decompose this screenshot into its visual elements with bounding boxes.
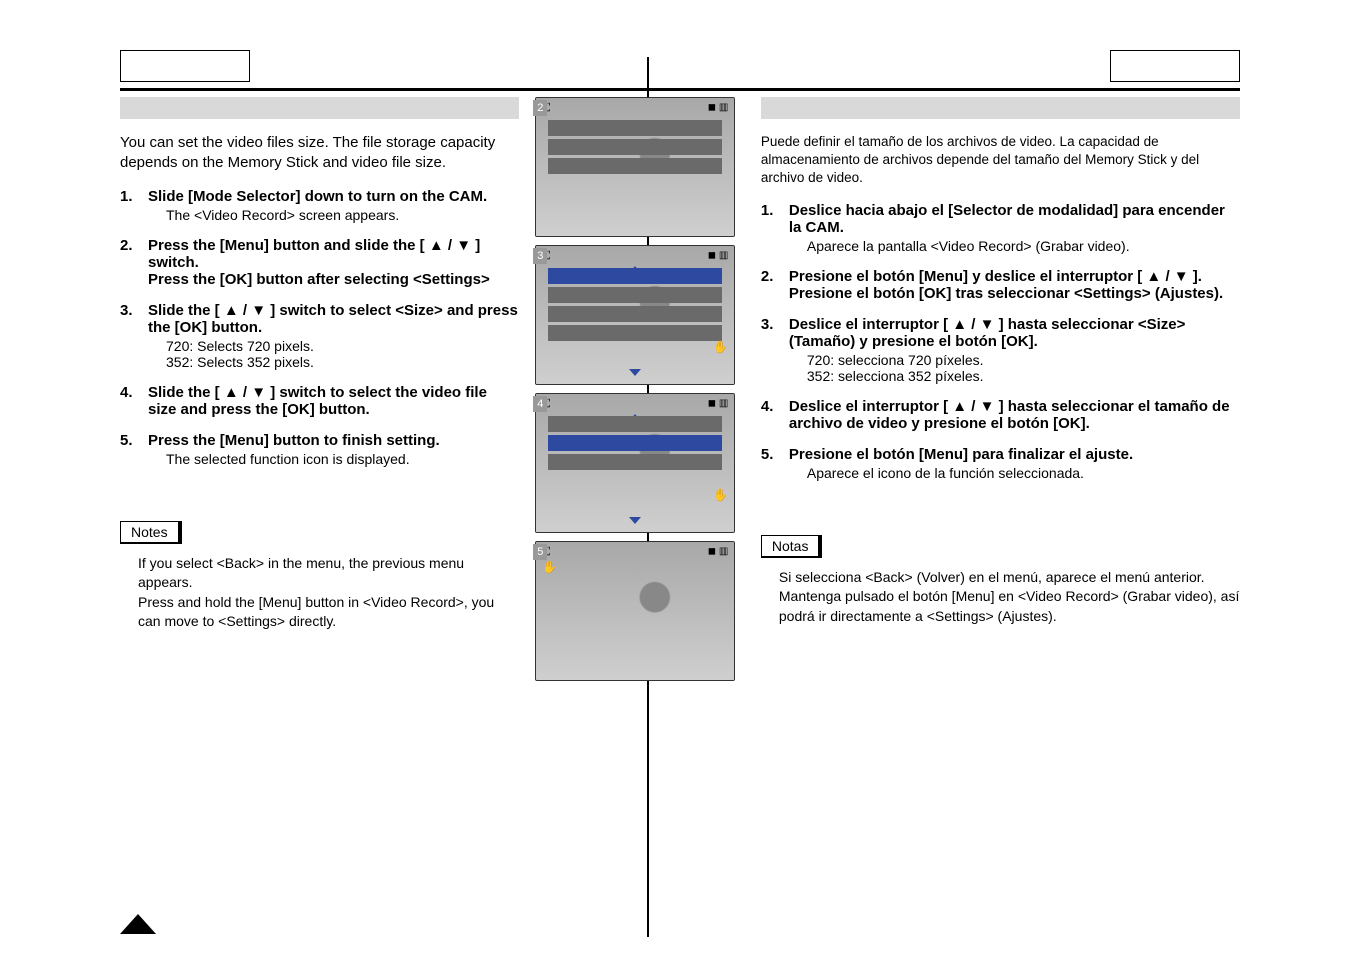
list-item: 3. Slide the [ ▲ / ▼ ] switch to select … bbox=[120, 302, 519, 370]
thumb-3: 3 ⛶ ◼ ▥ ✋ bbox=[535, 245, 735, 385]
notes-label-es: Notas bbox=[761, 535, 823, 558]
intro-es: Puede definir el tamaño de los archivos … bbox=[761, 133, 1240, 188]
header-box-left bbox=[120, 50, 250, 82]
list-item: 4. Slide the [ ▲ / ▼ ] switch to select … bbox=[120, 384, 519, 418]
steps-en: 1. Slide [Mode Selector] down to turn on… bbox=[120, 188, 519, 467]
battery-icon: ◼ ▥ bbox=[708, 546, 729, 557]
list-item: 1. Slide [Mode Selector] down to turn on… bbox=[120, 188, 519, 223]
battery-icon: ◼ ▥ bbox=[708, 398, 729, 409]
hand-icon: ✋ bbox=[713, 488, 728, 502]
list-item: 5. Press the [Menu] button to finish set… bbox=[120, 432, 519, 467]
notes-body-en: If you select <Back> in the menu, the pr… bbox=[138, 554, 519, 632]
thumb-5: 5 ⛶ ◼ ▥ ✋ bbox=[535, 541, 735, 681]
hand-icon: ✋ bbox=[542, 560, 557, 574]
notes-label-en: Notes bbox=[120, 521, 182, 544]
header-box-right bbox=[1110, 50, 1240, 82]
steps-es: 1. Deslice hacia abajo el [Selector de m… bbox=[761, 202, 1240, 481]
thumb-2: 2 ⛶ ◼ ▥ bbox=[535, 97, 735, 237]
english-column: You can set the video files size. The fi… bbox=[120, 97, 519, 681]
battery-icon: ◼ ▥ bbox=[708, 102, 729, 113]
thumb-4: 4 ⛶ ◼ ▥ ✋ bbox=[535, 393, 735, 533]
section-bar-es bbox=[761, 97, 1240, 119]
thumbnail-column: 2 ⛶ ◼ ▥ 3 ⛶ ◼ ▥ ✋ bbox=[535, 97, 745, 681]
hand-icon: ✋ bbox=[713, 340, 728, 354]
spanish-column: Puede definir el tamaño de los archivos … bbox=[761, 97, 1240, 681]
section-bar-en bbox=[120, 97, 519, 119]
list-item: 1. Deslice hacia abajo el [Selector de m… bbox=[761, 202, 1240, 254]
notes-body-es: Si selecciona <Back> (Volver) en el menú… bbox=[779, 568, 1240, 627]
battery-icon: ◼ ▥ bbox=[708, 250, 729, 261]
page-up-triangle-icon bbox=[120, 914, 156, 934]
list-item: 5. Presione el botón [Menu] para finaliz… bbox=[761, 446, 1240, 481]
list-item: 3. Deslice el interruptor [ ▲ / ▼ ] hast… bbox=[761, 316, 1240, 384]
list-item: 2. Press the [Menu] button and slide the… bbox=[120, 237, 519, 288]
header-rule bbox=[120, 88, 1240, 91]
list-item: 4. Deslice el interruptor [ ▲ / ▼ ] hast… bbox=[761, 398, 1240, 432]
list-item: 2. Presione el botón [Menu] y deslice el… bbox=[761, 268, 1240, 302]
intro-en: You can set the video files size. The fi… bbox=[120, 133, 519, 174]
